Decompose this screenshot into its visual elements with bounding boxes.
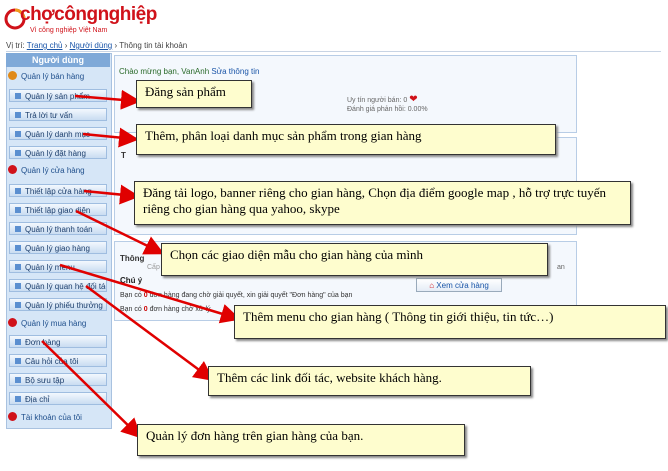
callout-theme: Chọn các giao diện mẫu cho gian hàng của… [161, 243, 548, 276]
annotation-arrows [41, 89, 241, 439]
callout-post-product: Đăng sản phẩm [136, 80, 252, 108]
callout-partners: Thêm các link đối tác, website khách hàn… [208, 366, 531, 396]
arrow-categories [82, 127, 139, 148]
callout-store-setup: Đăng tải logo, banner riêng cho gian hàn… [134, 181, 631, 225]
arrow-store-setup [83, 184, 140, 205]
arrow-partners [85, 284, 215, 381]
arrow-products [74, 89, 141, 110]
callout-categories: Thêm, phân loại danh mục sản phẩm trong … [136, 124, 556, 155]
arrow-orders [41, 340, 142, 439]
callout-orders: Quản lý đơn hàng trên gian hàng của bạn. [137, 424, 465, 456]
callout-menu: Thêm menu cho gian hàng ( Thông tin giới… [234, 305, 666, 339]
